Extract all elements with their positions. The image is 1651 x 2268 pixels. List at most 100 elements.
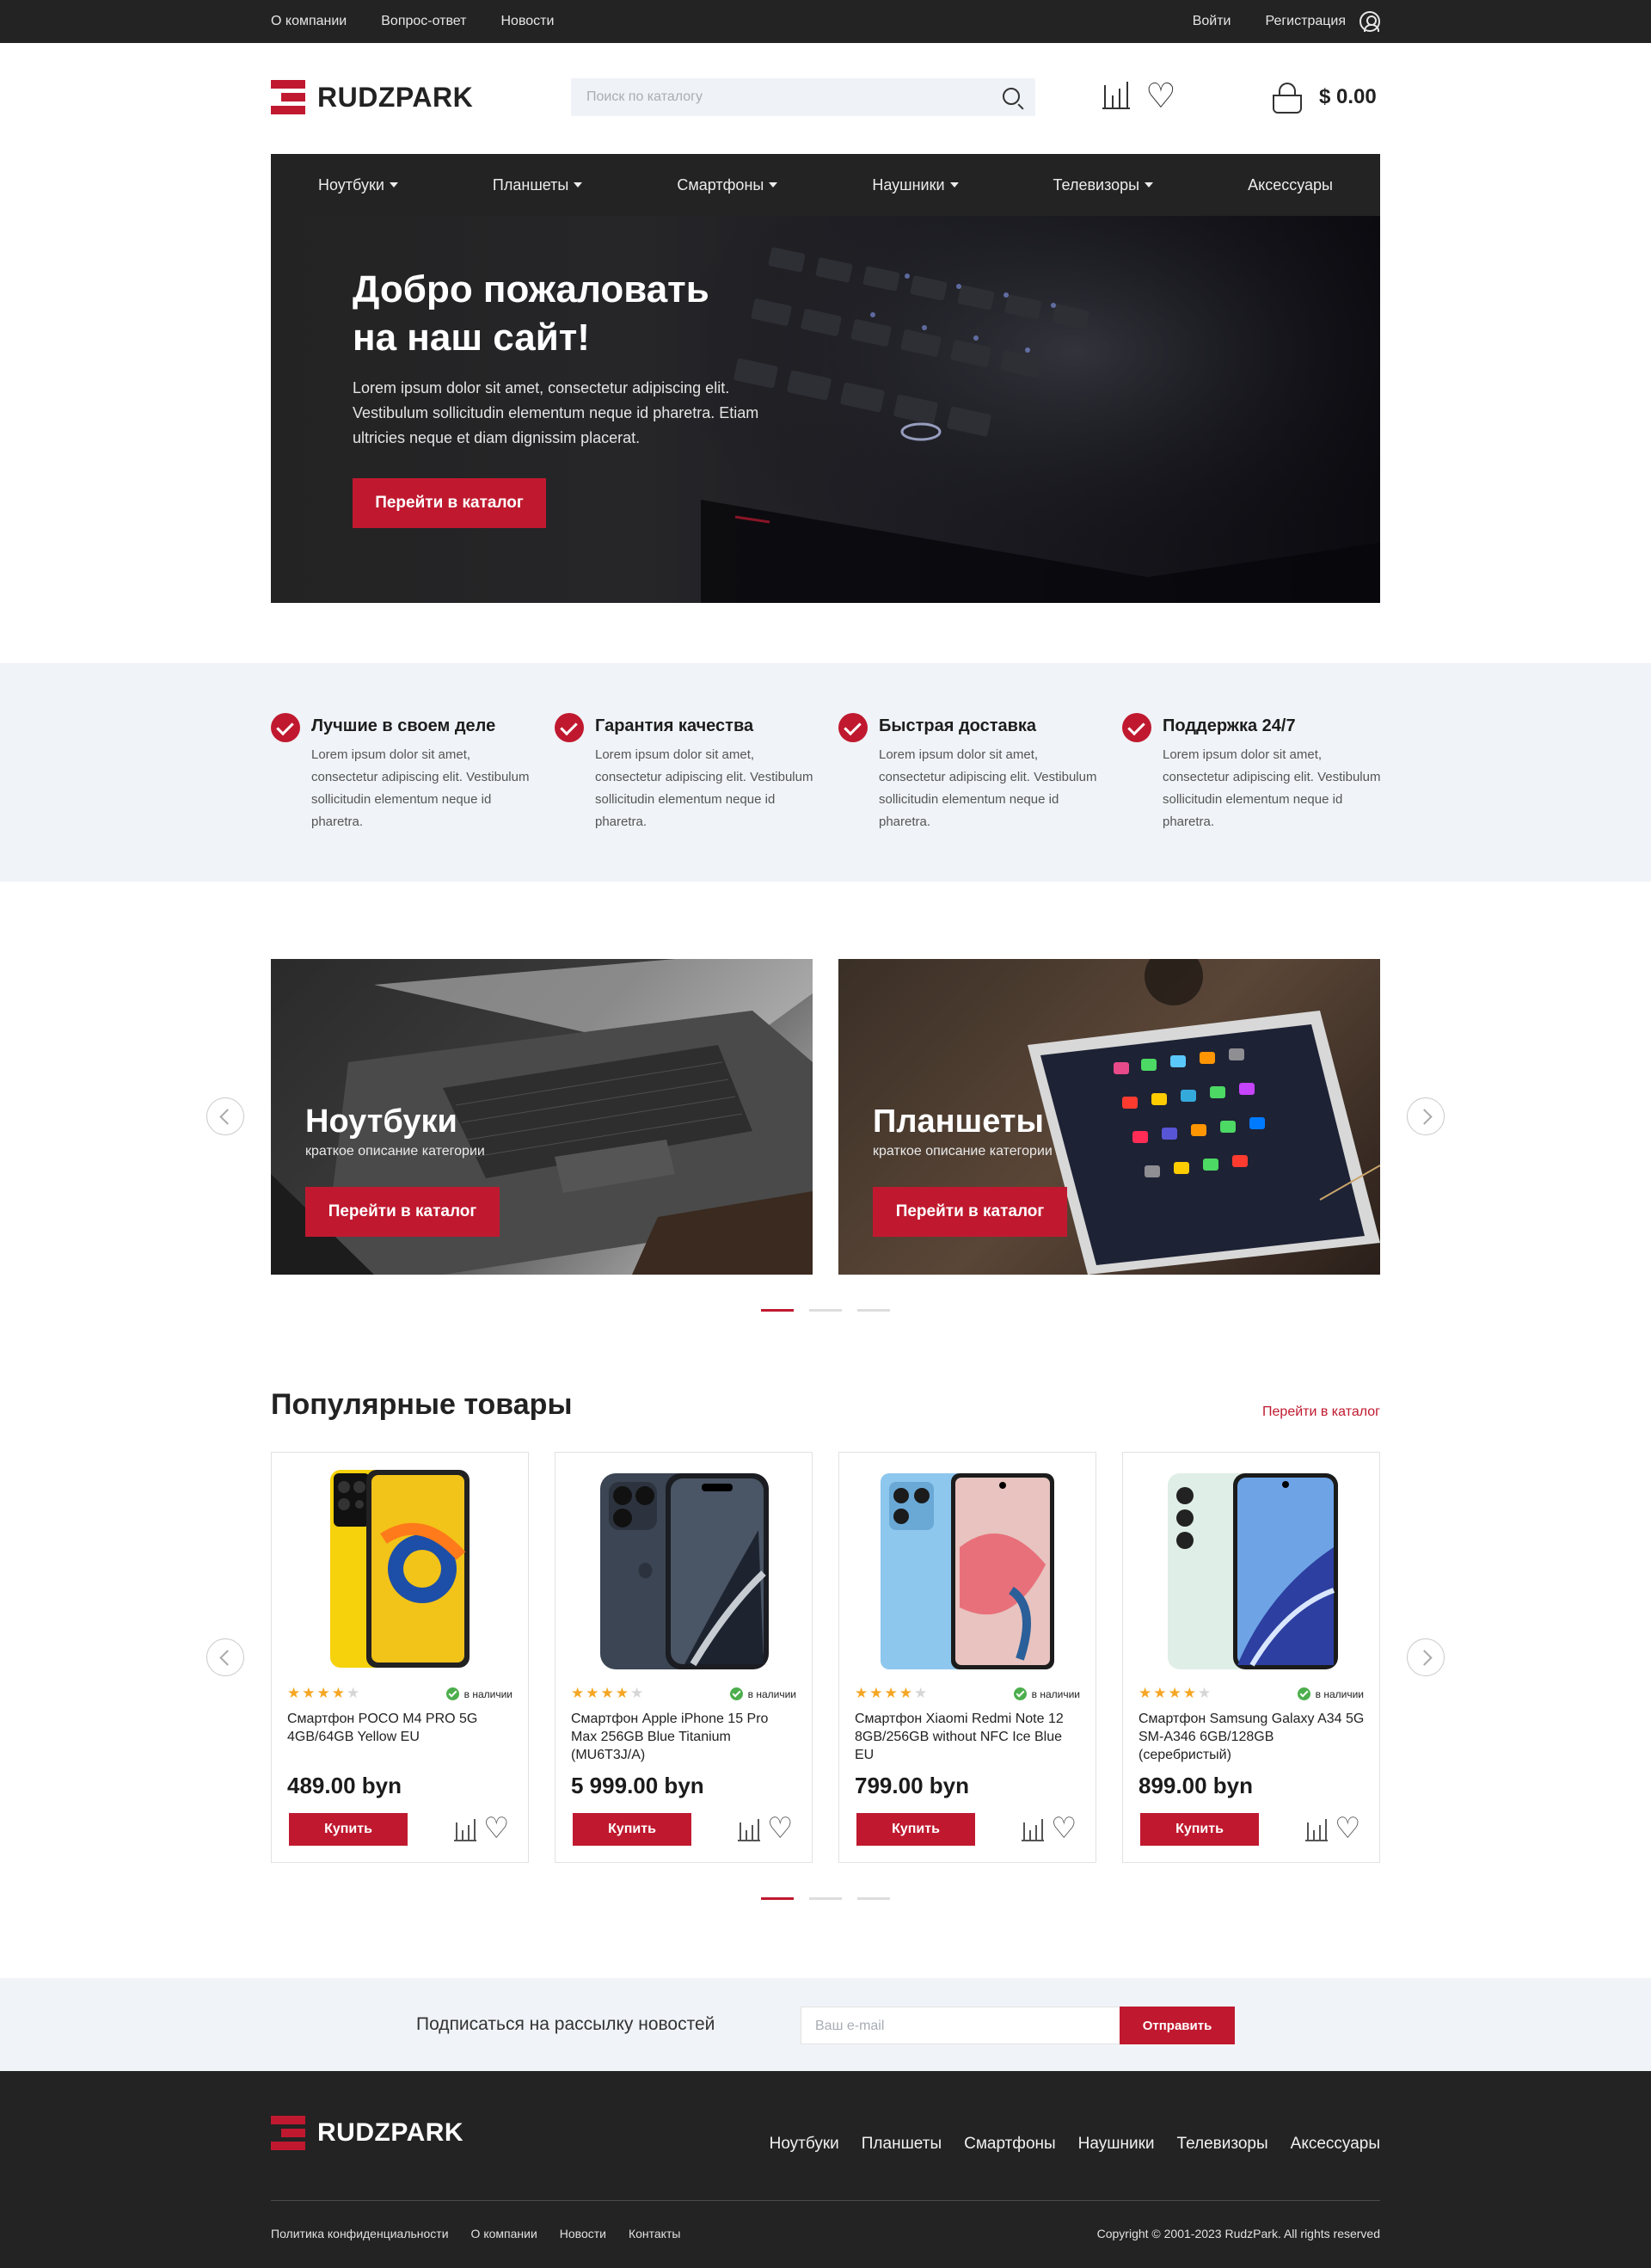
footer-logo[interactable]: RUDZPARK [271, 2116, 463, 2150]
slider-dot[interactable] [761, 1309, 794, 1312]
footer-link-privacy[interactable]: Политика конфиденциальности [271, 2227, 449, 2240]
product-card[interactable]: ★ ★ ★ ★ ★ в наличии Смартфон Samsung Galaxy … [1122, 1452, 1380, 1863]
nav-item-laptops[interactable]: Ноутбуки [318, 176, 398, 194]
footer-link-about[interactable]: О компании [471, 2227, 537, 2240]
category-catalog-button[interactable]: Перейти в каталог [873, 1187, 1067, 1237]
site-logo[interactable]: RUDZPARK [271, 80, 473, 114]
footer-link-news[interactable]: Новости [560, 2227, 606, 2240]
search-icon[interactable] [1003, 88, 1020, 105]
star-icon: ★ [331, 1685, 345, 1701]
products-next-arrow-icon[interactable] [1407, 1638, 1445, 1676]
nav-item-headphones[interactable]: Наушники [872, 176, 959, 194]
top-link-news[interactable]: Новости [501, 14, 555, 29]
login-link[interactable]: Войти [1193, 14, 1231, 29]
category-next-arrow-icon[interactable] [1407, 1097, 1445, 1135]
search-input[interactable]: Поиск по каталогу [571, 78, 1035, 116]
hero-banner: Добро пожаловать на наш сайт! Lorem ipsu… [271, 216, 1380, 603]
star-icon: ★ [884, 1685, 898, 1701]
stock-status: в наличии [729, 1687, 796, 1700]
compare-icon[interactable] [1102, 82, 1130, 110]
buy-button[interactable]: Купить [856, 1813, 975, 1846]
chevron-down-icon [574, 182, 583, 187]
user-icon[interactable] [1359, 11, 1380, 32]
slider-dot[interactable] [857, 1897, 890, 1900]
star-icon: ★ [1153, 1685, 1167, 1701]
footer-link-tvs[interactable]: Телевизоры [1177, 2135, 1268, 2154]
buy-button[interactable]: Купить [289, 1813, 408, 1846]
heart-icon[interactable]: ♡ [1335, 1813, 1360, 1844]
rating-stars: ★ ★ ★ ★ ★ [1139, 1686, 1211, 1700]
heart-icon[interactable]: ♡ [483, 1813, 509, 1844]
compare-icon[interactable] [454, 1819, 476, 1841]
popular-catalog-link[interactable]: Перейти в каталог [1262, 1404, 1380, 1420]
product-name[interactable]: Смартфон Apple iPhone 15 Pro Max 256GB B… [571, 1710, 798, 1764]
chevron-down-icon [1145, 182, 1154, 187]
footer-link-smartphones[interactable]: Смартфоны [964, 2135, 1056, 2154]
main-nav: Ноутбуки Планшеты Смартфоны Наушники Тел… [271, 154, 1380, 216]
product-card[interactable]: ★ ★ ★ ★ ★ в наличии Смартфон POCO M4 PRO 5G … [271, 1452, 529, 1863]
stock-label: в наличии [463, 1687, 512, 1700]
footer-divider [271, 2200, 1380, 2201]
rating-stars: ★ ★ ★ ★ ★ [855, 1686, 927, 1700]
products-slider-dots [761, 1897, 890, 1900]
check-icon [1122, 713, 1151, 742]
slider-dot[interactable] [857, 1309, 890, 1312]
chevron-down-icon [769, 182, 778, 187]
stock-status: в наличии [445, 1687, 512, 1700]
footer-link-accessories[interactable]: Аксессуары [1291, 2135, 1380, 2154]
nav-item-accessories[interactable]: Аксессуары [1248, 176, 1333, 194]
nav-item-smartphones[interactable]: Смартфоны [677, 175, 778, 194]
account-links: Войти Регистрация [1193, 0, 1380, 43]
footer-link-headphones[interactable]: Наушники [1078, 2135, 1155, 2154]
slider-dot[interactable] [761, 1897, 794, 1900]
popular-title: Популярные товары [271, 1388, 573, 1421]
top-link-about[interactable]: О компании [271, 14, 347, 29]
subscribe-button[interactable]: Отправить [1120, 2007, 1235, 2044]
product-name[interactable]: Смартфон POCO M4 PRO 5G 4GB/64GB Yellow … [287, 1710, 514, 1746]
footer-link-contacts[interactable]: Контакты [629, 2227, 680, 2240]
keyboard-image [701, 216, 1380, 603]
stock-status: в наличии [1013, 1687, 1080, 1700]
compare-icon[interactable] [738, 1819, 760, 1841]
register-link[interactable]: Регистрация [1265, 14, 1346, 29]
star-icon: ★ [914, 1685, 928, 1701]
category-catalog-button[interactable]: Перейти в каталог [305, 1187, 500, 1237]
star-icon: ★ [571, 1685, 585, 1701]
hero-catalog-button[interactable]: Перейти в каталог [353, 478, 546, 528]
email-field[interactable]: Ваш e-mail [801, 2007, 1120, 2044]
nav-label: Смартфоны [677, 175, 764, 194]
feature-title: Поддержка 24/7 [1163, 716, 1296, 735]
product-card[interactable]: ★ ★ ★ ★ ★ в наличии Смартфон Apple iPhone 15… [555, 1452, 813, 1863]
footer-link-laptops[interactable]: Ноутбуки [770, 2135, 839, 2154]
logo-mark-icon [271, 80, 305, 114]
slider-dot[interactable] [809, 1897, 842, 1900]
product-name[interactable]: Смартфон Samsung Galaxy A34 5G SM-A346 6… [1139, 1710, 1366, 1764]
products-prev-arrow-icon[interactable] [206, 1638, 244, 1676]
product-name[interactable]: Смартфон Xiaomi Redmi Note 12 8GB/256GB … [855, 1710, 1082, 1764]
heart-icon[interactable]: ♡ [1145, 79, 1176, 114]
heart-icon[interactable]: ♡ [767, 1813, 793, 1844]
nav-item-tvs[interactable]: Телевизоры [1053, 176, 1154, 194]
footer-bottom-links: Политика конфиденциальности О компании Н… [271, 2227, 680, 2240]
buy-button[interactable]: Купить [1140, 1813, 1259, 1846]
compare-icon[interactable] [1305, 1819, 1328, 1841]
product-card[interactable]: ★ ★ ★ ★ ★ в наличии Смартфон Xiaomi Redmi No… [838, 1452, 1096, 1863]
star-icon: ★ [1168, 1685, 1181, 1701]
footer-link-tablets[interactable]: Планшеты [862, 2135, 942, 2154]
product-price: 5 999.00 byn [571, 1773, 704, 1798]
newsletter-section: Подписаться на рассылку новостей Ваш e-m… [0, 1978, 1651, 2071]
feature-text: Lorem ipsum dolor sit amet, consectetur … [879, 747, 1097, 829]
nav-item-tablets[interactable]: Планшеты [493, 176, 583, 194]
slider-dot[interactable] [809, 1309, 842, 1312]
category-card-tablets[interactable]: Планшеты краткое описание категории Пере… [838, 959, 1380, 1275]
buy-button[interactable]: Купить [573, 1813, 691, 1846]
footer-nav: Ноутбуки Планшеты Смартфоны Наушники Тел… [770, 2135, 1380, 2154]
cart-total[interactable]: $ 0.00 [1319, 85, 1377, 109]
category-prev-arrow-icon[interactable] [206, 1097, 244, 1135]
category-card-laptops[interactable]: Ноутбуки краткое описание категории Пере… [271, 959, 813, 1275]
heart-icon[interactable]: ♡ [1051, 1813, 1077, 1844]
compare-icon[interactable] [1022, 1819, 1044, 1841]
top-link-faq[interactable]: Вопрос-ответ [381, 14, 466, 29]
chevron-down-icon [389, 182, 398, 187]
cart-icon[interactable] [1271, 83, 1304, 114]
